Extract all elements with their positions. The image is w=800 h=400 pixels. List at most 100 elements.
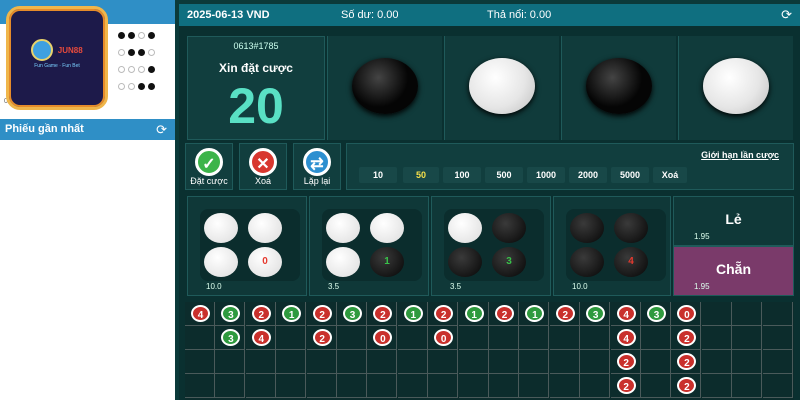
board-cell bbox=[580, 350, 611, 374]
coin-slot-4 bbox=[678, 36, 793, 140]
place-bet-button[interactable]: ✓ Đặt cược bbox=[185, 143, 233, 190]
result-ball: 2 bbox=[434, 305, 454, 322]
board-cell: 1 bbox=[397, 302, 428, 326]
white-coin bbox=[326, 247, 360, 277]
chip-1000[interactable]: 1000 bbox=[527, 167, 565, 183]
board-cell: 0 bbox=[428, 326, 459, 350]
board-cell bbox=[185, 326, 215, 350]
board-cell bbox=[701, 350, 732, 374]
odd-bet-option[interactable]: Lẻ 1.95 bbox=[673, 196, 794, 246]
repeat-label: Lặp lại bbox=[303, 176, 331, 186]
checkmark-icon: ✓ bbox=[195, 148, 223, 176]
board-cell: 2 bbox=[610, 350, 641, 374]
even-bet-option[interactable]: Chẵn 1.95 bbox=[673, 246, 794, 296]
repeat-button[interactable]: ⇄ Lặp lại bbox=[293, 143, 341, 190]
board-cell bbox=[762, 350, 793, 374]
chip-50[interactable]: 50 bbox=[403, 167, 439, 183]
option-3-white-1-black[interactable]: 1 3.5 bbox=[309, 196, 429, 296]
board-cell bbox=[245, 374, 276, 398]
result-ball: 4 bbox=[191, 305, 210, 322]
board-cell bbox=[276, 326, 307, 350]
dot-grid: 1 bbox=[322, 209, 422, 281]
date-label: 2025-06-13 VND bbox=[187, 9, 270, 21]
logo-mascot-icon bbox=[31, 39, 54, 61]
result-ball: 2 bbox=[495, 305, 514, 322]
board-cell: 2 bbox=[306, 326, 337, 350]
chip-2000[interactable]: 2000 bbox=[569, 167, 607, 183]
bet-countdown-box: 0613#1785 Xin đặt cược 20 bbox=[187, 36, 325, 140]
refresh-icon[interactable]: ⟳ bbox=[781, 7, 792, 23]
refresh-icon[interactable]: ⟳ bbox=[156, 122, 167, 138]
white-dot bbox=[118, 66, 125, 73]
result-ball: 0 bbox=[677, 305, 697, 322]
result-ball: 2 bbox=[312, 305, 332, 322]
option-odds: 10.0 bbox=[206, 282, 222, 291]
board-cell bbox=[732, 326, 763, 350]
board-cell: 2 bbox=[489, 302, 519, 326]
chip-5000[interactable]: 5000 bbox=[611, 167, 649, 183]
white-dot bbox=[138, 66, 145, 73]
black-coin bbox=[614, 213, 648, 243]
board-cell: 2 bbox=[428, 302, 459, 326]
mini-history-row bbox=[118, 66, 155, 73]
result-ball: 0 bbox=[373, 329, 393, 346]
chip-panel: Giới hạn lần cược 10 50 100 500 1000 2000 5000… bbox=[346, 143, 794, 190]
brand-logo: JUN88 Fun Game · Fun Bet bbox=[6, 6, 108, 110]
close-icon: ✕ bbox=[249, 148, 277, 176]
bet-limit-link[interactable]: Giới hạn lần cược bbox=[701, 150, 779, 160]
board-cell bbox=[701, 374, 732, 398]
white-coin bbox=[204, 213, 238, 243]
board-cell bbox=[732, 350, 763, 374]
black-coin: 4 bbox=[614, 247, 648, 277]
board-cell: 1 bbox=[519, 302, 550, 326]
board-cell bbox=[489, 350, 519, 374]
odd-label: Lẻ bbox=[725, 211, 742, 227]
board-cell bbox=[428, 374, 459, 398]
chip-500[interactable]: 500 bbox=[485, 167, 523, 183]
coin-2 bbox=[469, 58, 535, 114]
black-dot bbox=[148, 66, 155, 73]
result-ball: 4 bbox=[251, 329, 271, 346]
result-ball: 2 bbox=[251, 305, 271, 322]
black-coin bbox=[448, 247, 482, 277]
result-ball: 3 bbox=[221, 329, 241, 346]
board-cell bbox=[306, 374, 337, 398]
countdown: 20 bbox=[228, 78, 284, 134]
black-coin bbox=[570, 213, 604, 243]
result-ball: 3 bbox=[647, 305, 666, 322]
board-cell bbox=[306, 350, 337, 374]
board-cell: 3 bbox=[337, 302, 367, 326]
board-cell: 2 bbox=[671, 374, 702, 398]
board-cell: 3 bbox=[215, 302, 246, 326]
board-cell bbox=[215, 350, 246, 374]
dot-grid: 0 bbox=[200, 209, 300, 281]
dot-grid: 4 bbox=[566, 209, 666, 281]
black-dot bbox=[138, 49, 145, 56]
clear-button[interactable]: ✕ Xoá bbox=[239, 143, 287, 190]
option-4-black[interactable]: 4 10.0 bbox=[553, 196, 671, 296]
board-cell bbox=[458, 350, 489, 374]
chip-100[interactable]: 100 bbox=[443, 167, 481, 183]
board-cell bbox=[337, 374, 367, 398]
chip-10[interactable]: 10 bbox=[359, 167, 397, 183]
white-coin bbox=[370, 213, 404, 243]
option-odds: 10.0 bbox=[572, 282, 588, 291]
mini-history-row bbox=[118, 83, 155, 90]
board-cell bbox=[397, 326, 428, 350]
option-1-white-3-black[interactable]: 3 3.5 bbox=[431, 196, 551, 296]
odd-odds: 1.95 bbox=[694, 232, 710, 241]
repeat-icon: ⇄ bbox=[303, 148, 331, 176]
option-4-white[interactable]: 0 10.0 bbox=[187, 196, 307, 296]
black-dot bbox=[148, 32, 155, 39]
board-cell bbox=[701, 302, 732, 326]
black-dot bbox=[118, 32, 125, 39]
board-cell bbox=[397, 350, 428, 374]
result-ball: 1 bbox=[525, 305, 545, 322]
chip-clear-button[interactable]: Xoá bbox=[653, 167, 687, 183]
white-coin bbox=[248, 213, 282, 243]
option-bet-count: 3 bbox=[506, 256, 512, 267]
white-dot bbox=[138, 32, 145, 39]
board-cell bbox=[641, 326, 671, 350]
board-cell bbox=[276, 374, 307, 398]
board-cell: 2 bbox=[671, 350, 702, 374]
